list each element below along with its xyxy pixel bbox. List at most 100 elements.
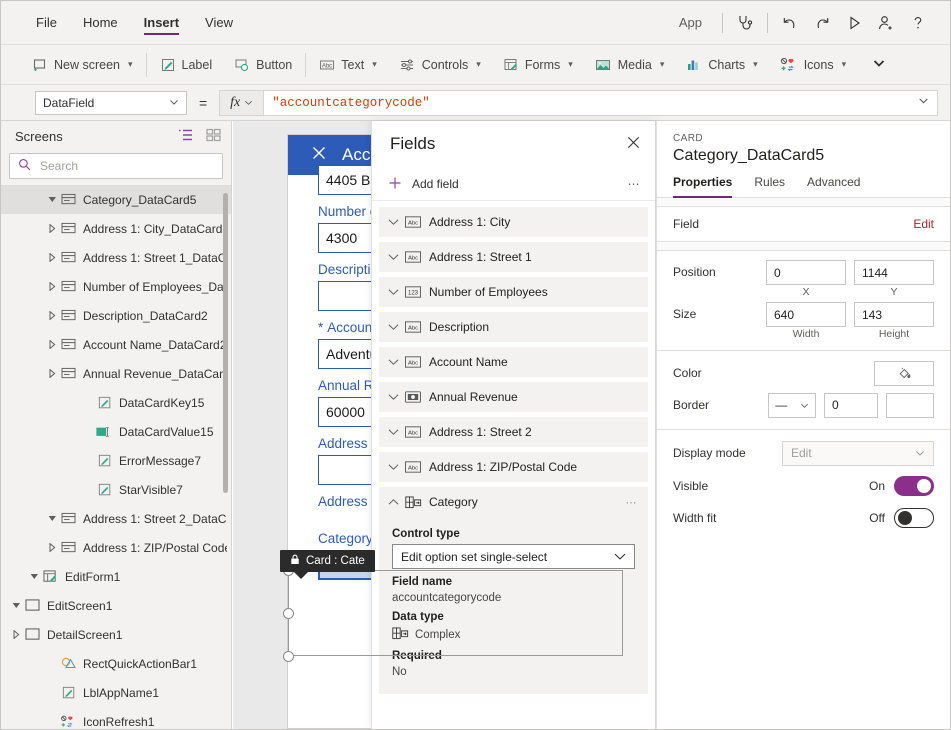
chevron-down-icon[interactable]: [27, 573, 41, 580]
tree-item-datacardvalue15[interactable]: DataCardValue15: [1, 417, 231, 446]
share-user-icon[interactable]: [870, 7, 902, 39]
fx-button[interactable]: fx: [219, 90, 263, 116]
chevron-up-icon[interactable]: [388, 498, 405, 506]
chevron-down-icon[interactable]: ▾: [842, 59, 847, 70]
tree-item-category-datacard5[interactable]: Category_DataCard5: [1, 185, 231, 214]
tree-item-description-datacard2[interactable]: Description_DataCard2: [1, 301, 231, 330]
tree-item-number-of-employees-data[interactable]: Number of Employees_Data: [1, 272, 231, 301]
chevron-right-icon[interactable]: [45, 369, 59, 378]
tree-item-address-1-street-1-datacar[interactable]: Address 1: Street 1_DataCar: [1, 243, 231, 272]
chevron-right-icon[interactable]: [45, 253, 59, 262]
help-icon[interactable]: [902, 7, 934, 39]
tree-item-annual-revenue-datacard2[interactable]: Annual Revenue_DataCard2: [1, 359, 231, 388]
menu-item-home[interactable]: Home: [70, 1, 131, 45]
tree-item-rectquickactionbar1[interactable]: RectQuickActionBar1: [1, 649, 231, 678]
field-edit-link[interactable]: Edit: [913, 217, 934, 231]
chevron-down-icon[interactable]: [388, 358, 405, 366]
add-field-button[interactable]: Add field ⋯: [372, 167, 655, 201]
formula-expand-chevron-down-icon[interactable]: [918, 95, 929, 110]
position-y-input[interactable]: 1144: [854, 260, 934, 285]
tree-item-address-1-zip-postal-code[interactable]: Address 1: ZIP/Postal Code_: [1, 533, 231, 562]
tree-item-address-1-city-datacard2[interactable]: Address 1: City_DataCard2: [1, 214, 231, 243]
ribbon-controls[interactable]: Controls ▾: [388, 50, 492, 80]
chevron-down-icon[interactable]: [45, 515, 59, 522]
field-item[interactable]: AbcAddress 1: Street 2: [379, 417, 648, 447]
tab-properties[interactable]: Properties: [673, 175, 744, 197]
menu-item-insert[interactable]: Insert: [131, 1, 192, 45]
chevron-down-icon[interactable]: [9, 602, 23, 609]
chevron-right-icon[interactable]: [9, 630, 23, 639]
field-item[interactable]: Annual Revenue: [379, 382, 648, 412]
field-item[interactable]: AbcAddress 1: Street 1: [379, 242, 648, 272]
ribbon-new-screen[interactable]: New screen ▾: [21, 50, 144, 80]
tree-item-iconrefresh1[interactable]: IconRefresh1: [1, 707, 231, 729]
tree-item-account-name-datacard2[interactable]: Account Name_DataCard2: [1, 330, 231, 359]
play-icon[interactable]: [838, 7, 870, 39]
tree-view-icon[interactable]: [178, 128, 194, 145]
chevron-right-icon[interactable]: [45, 224, 59, 233]
field-item[interactable]: AbcAccount Name: [379, 347, 648, 377]
chevron-down-icon[interactable]: [388, 253, 405, 261]
fill-bucket-icon[interactable]: [874, 361, 934, 386]
chevron-down-icon[interactable]: ▾: [660, 59, 665, 70]
tree-item-starvisible7[interactable]: StarVisible7: [1, 475, 231, 504]
size-width-input[interactable]: 640: [766, 302, 846, 327]
close-icon[interactable]: [310, 144, 328, 167]
chevron-down-icon[interactable]: [388, 288, 405, 296]
redo-icon[interactable]: [806, 7, 838, 39]
field-item-header[interactable]: Category⋯: [379, 487, 648, 517]
ellipsis-icon[interactable]: ⋯: [628, 177, 642, 191]
stethoscope-icon[interactable]: [729, 7, 761, 39]
ribbon-label[interactable]: Label: [149, 50, 224, 80]
chevron-right-icon[interactable]: [45, 311, 59, 320]
chevron-down-icon[interactable]: ▾: [128, 59, 133, 70]
undo-icon[interactable]: [774, 7, 806, 39]
ellipsis-icon[interactable]: ⋯: [626, 496, 639, 509]
tab-rules[interactable]: Rules: [754, 175, 797, 197]
field-item[interactable]: AbcAddress 1: City: [379, 207, 648, 237]
tab-advanced[interactable]: Advanced: [807, 175, 872, 197]
tree-item-address-1-street-2-datacar[interactable]: Address 1: Street 2_DataCar: [1, 504, 231, 533]
close-icon[interactable]: [626, 135, 641, 153]
menu-item-view[interactable]: View: [192, 1, 246, 45]
chevron-down-icon[interactable]: ▾: [372, 59, 377, 70]
chevron-down-icon[interactable]: [45, 196, 59, 203]
chevron-down-icon[interactable]: ▾: [476, 59, 481, 70]
position-x-input[interactable]: 0: [766, 260, 846, 285]
ribbon-icons[interactable]: Icons ▾: [769, 50, 857, 80]
border-style-select[interactable]: —: [768, 393, 816, 418]
tree-item-errormessage7[interactable]: ErrorMessage7: [1, 446, 231, 475]
menu-item-file[interactable]: File: [23, 1, 70, 45]
tree-item-editscreen1[interactable]: EditScreen1: [1, 591, 231, 620]
chevron-down-icon[interactable]: ▾: [753, 59, 758, 70]
ribbon-button[interactable]: Button: [223, 50, 303, 80]
ribbon-text[interactable]: Abc Text ▾: [308, 50, 387, 80]
chevron-down-icon[interactable]: [388, 393, 405, 401]
control-type-select[interactable]: Edit option set single-select: [392, 544, 635, 569]
ribbon-media[interactable]: Media ▾: [584, 50, 676, 80]
tree-item-editform1[interactable]: EditForm1: [1, 562, 231, 591]
ribbon-charts[interactable]: Charts ▾: [675, 50, 768, 80]
chevron-down-icon[interactable]: [388, 323, 405, 331]
field-item[interactable]: 123Number of Employees: [379, 277, 648, 307]
chevron-down-icon[interactable]: [388, 428, 405, 436]
chevron-right-icon[interactable]: [45, 340, 59, 349]
chevron-down-icon[interactable]: [388, 463, 405, 471]
formula-input[interactable]: "accountcategorycode": [263, 90, 938, 116]
field-item[interactable]: AbcAddress 1: ZIP/Postal Code: [379, 452, 648, 482]
border-color-swatch[interactable]: [886, 393, 934, 418]
tree-item-datacardkey15[interactable]: DataCardKey15: [1, 388, 231, 417]
thumbnail-view-icon[interactable]: [206, 128, 221, 145]
chevron-down-icon[interactable]: [388, 218, 405, 226]
tree-scrollbar[interactable]: [223, 193, 228, 493]
property-select[interactable]: DataField: [35, 91, 187, 115]
tree-item-detailscreen1[interactable]: DetailScreen1: [1, 620, 231, 649]
visible-toggle[interactable]: [894, 476, 934, 496]
chevron-right-icon[interactable]: [45, 543, 59, 552]
tree-item-lblappname1[interactable]: LblAppName1: [1, 678, 231, 707]
chevron-down-icon[interactable]: ▾: [568, 59, 573, 70]
search-input[interactable]: [38, 158, 214, 174]
chevron-right-icon[interactable]: [45, 282, 59, 291]
ribbon-forms[interactable]: Forms ▾: [492, 50, 584, 80]
field-item[interactable]: AbcDescription: [379, 312, 648, 342]
